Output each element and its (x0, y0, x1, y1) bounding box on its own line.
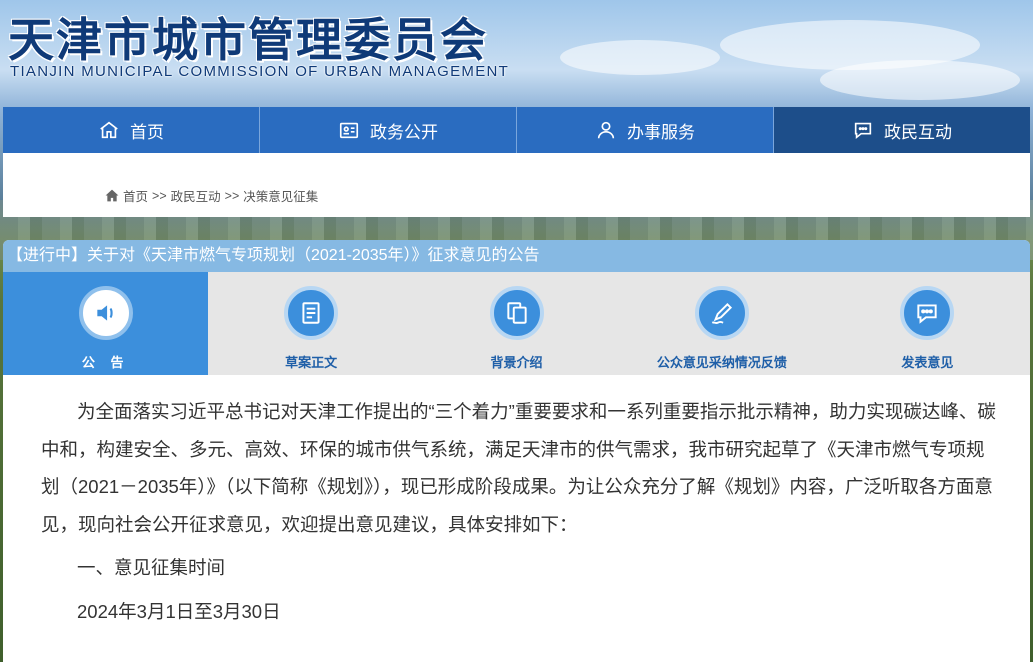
home-icon (105, 189, 119, 202)
breadcrumb-level1[interactable]: 政民互动 (171, 186, 221, 205)
tab-announcement[interactable]: 公 告 (3, 272, 209, 375)
main-nav: 首页 政务公开 办事服务 政民互动 (3, 107, 1030, 153)
speaker-icon (78, 286, 133, 340)
site-subtitle: TIANJIN MUNICIPAL COMMISSION OF URBAN MA… (10, 63, 510, 80)
nav-item-label: 首页 (130, 122, 164, 142)
nav-item-services[interactable]: 办事服务 (517, 107, 774, 153)
breadcrumb: 首页 >> 政民互动 >> 决策意见征集 (105, 186, 318, 205)
tab-label: 背景介绍 (490, 355, 543, 370)
nav-item-label: 办事服务 (627, 122, 695, 142)
site-title[interactable]: 天津市城市管理委员会 (8, 4, 488, 70)
site-header: 天津市城市管理委员会 TIANJIN MUNICIPAL COMMISSION … (0, 0, 1033, 100)
notice-content: 为全面落实习近平总书记对天津工作提出的“三个着力”重要要求和一系列重要指示批示精… (3, 375, 1030, 630)
tab-draft-text[interactable]: 草案正文 (208, 272, 413, 375)
chat-icon (854, 122, 872, 140)
tab-label: 公众意见采纳情况反馈 (656, 355, 787, 370)
tab-feedback[interactable]: 公众意见采纳情况反馈 (619, 272, 824, 375)
section-heading: 一、意见征集时间 (77, 557, 226, 578)
nav-item-government-affairs[interactable]: 政务公开 (260, 107, 517, 153)
nav-item-home[interactable]: 首页 (3, 107, 260, 153)
breadcrumb-separator: >> (224, 188, 240, 203)
nav-item-label: 政民互动 (884, 122, 952, 142)
notice-tabs: 公 告 草案正文 背景介绍 公众意见采纳情况反馈 发表意见 (3, 272, 1030, 375)
comment-icon (900, 286, 955, 340)
tab-submit-opinion[interactable]: 发表意见 (825, 272, 1030, 375)
notice-panel: 【进行中】关于对《天津市燃气专项规划（2021-2035年）》征求意见的公告 公… (3, 240, 1030, 662)
id-card-icon (339, 122, 359, 139)
user-icon (597, 121, 615, 139)
breadcrumb-home[interactable]: 首页 (123, 186, 148, 205)
tab-background[interactable]: 背景介绍 (414, 272, 619, 375)
pen-icon (694, 286, 749, 340)
breadcrumb-bar: 首页 >> 政民互动 >> 决策意见征集 (3, 153, 1030, 217)
tab-label: 草案正文 (285, 355, 338, 370)
copy-icon (489, 286, 544, 340)
breadcrumb-separator: >> (152, 188, 167, 203)
tab-label: 发表意见 (901, 355, 954, 370)
section-text: 2024年3月1日至3月30日 (77, 600, 281, 622)
home-icon (100, 121, 118, 139)
notice-title: 【进行中】关于对《天津市燃气专项规划（2021-2035年）》征求意见的公告 (3, 240, 1030, 272)
intro-paragraph: 为全面落实习近平总书记对天津工作提出的“三个着力”重要要求和一系列重要指示批示精… (41, 401, 996, 535)
nav-item-interaction[interactable]: 政民互动 (774, 107, 1030, 153)
document-icon (284, 286, 339, 340)
breadcrumb-level2[interactable]: 决策意见征集 (243, 186, 318, 205)
tab-label: 公 告 (81, 355, 130, 370)
nav-item-label: 政务公开 (370, 122, 438, 142)
